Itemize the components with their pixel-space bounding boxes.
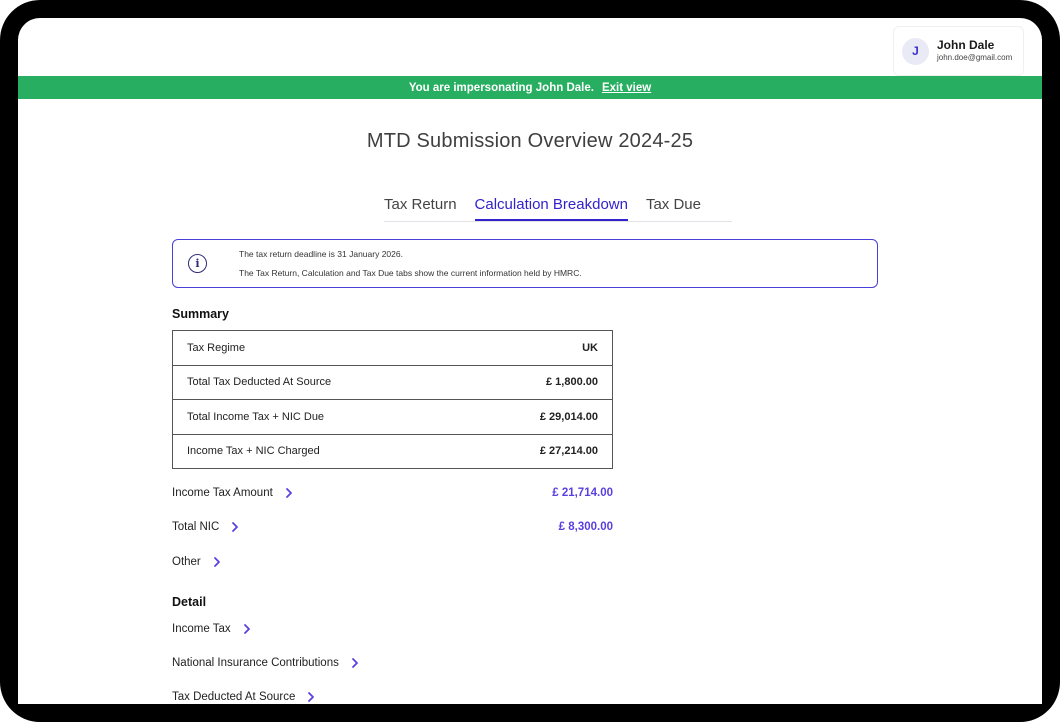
- row-label: Total Income Tax + NIC Due: [172, 399, 466, 434]
- link-label: Other: [172, 556, 201, 568]
- nic-detail-link[interactable]: National Insurance Contributions: [172, 654, 613, 672]
- tab-bar: Tax Return Calculation Breakdown Tax Due: [384, 196, 732, 222]
- chevron-right-icon: [285, 488, 292, 498]
- link-label: National Insurance Contributions: [172, 657, 339, 669]
- table-row: Income Tax + NIC Charged £ 27,214.00: [172, 433, 613, 469]
- exit-view-link[interactable]: Exit view: [602, 82, 651, 94]
- link-label: Tax Deducted At Source: [172, 691, 296, 703]
- income-tax-amount-link[interactable]: Income Tax Amount £ 21,714.00: [172, 484, 613, 502]
- user-menu[interactable]: J John Dale john.doe@gmail.com: [893, 26, 1024, 76]
- table-row: Total Tax Deducted At Source £ 1,800.00: [172, 364, 613, 400]
- row-label: Tax Regime: [187, 341, 246, 354]
- user-email: john.doe@gmail.com: [937, 53, 1013, 62]
- row-value: £ 1,800.00: [465, 364, 613, 400]
- chevron-right-icon: [351, 658, 358, 668]
- table-row: Total Income Tax + NIC Due £ 29,014.00: [172, 399, 613, 434]
- tax-deducted-detail-link[interactable]: Tax Deducted At Source: [172, 688, 613, 704]
- chevron-right-icon: [213, 557, 220, 567]
- avatar: J: [902, 37, 929, 65]
- chevron-right-icon: [243, 624, 250, 634]
- info-notice: i The tax return deadline is 31 January …: [172, 239, 878, 288]
- info-icon: i: [188, 254, 207, 273]
- tab-tax-return[interactable]: Tax Return: [384, 196, 457, 221]
- income-tax-detail-link[interactable]: Income Tax: [172, 620, 613, 638]
- banner-message: You are impersonating John Dale.: [408, 81, 594, 94]
- info-deadline-text: The tax return deadline is 31 January 20…: [239, 249, 403, 259]
- tab-calculation-breakdown[interactable]: Calculation Breakdown: [474, 196, 628, 221]
- total-nic-value: £ 8,300.00: [558, 521, 613, 533]
- row-label: Total Tax Deducted At Source: [172, 364, 466, 400]
- device-frame: J John Dale john.doe@gmail.com You are i…: [0, 0, 1060, 722]
- impersonation-banner: You are impersonating John Dale. Exit vi…: [18, 76, 1042, 99]
- row-label: Income Tax + NIC Charged: [172, 433, 466, 469]
- other-link[interactable]: Other: [172, 553, 613, 571]
- link-label: Income Tax Amount: [172, 487, 273, 499]
- summary-heading: Summary: [172, 307, 229, 321]
- summary-table: Tax Regime UK Total Tax Deducted At Sour…: [172, 330, 613, 469]
- row-value: UK: [582, 341, 598, 354]
- page-title: MTD Submission Overview 2024-25: [366, 130, 694, 152]
- user-info: John Dale john.doe@gmail.com: [937, 39, 1012, 63]
- chevron-right-icon: [308, 692, 315, 702]
- row-value: £ 29,014.00: [465, 399, 613, 434]
- info-hmrc-text: The Tax Return, Calculation and Tax Due …: [239, 268, 582, 278]
- detail-heading: Detail: [172, 595, 207, 609]
- chevron-right-icon: [232, 522, 239, 532]
- link-label: Total NIC: [172, 521, 220, 533]
- row-value: £ 27,214.00: [465, 433, 613, 469]
- user-name: John Dale: [937, 38, 995, 52]
- income-tax-amount-value: £ 21,714.00: [552, 487, 613, 499]
- tab-tax-due[interactable]: Tax Due: [646, 196, 701, 221]
- total-nic-link[interactable]: Total NIC £ 8,300.00: [172, 518, 613, 536]
- table-row: Tax Regime UK: [173, 331, 613, 366]
- link-label: Income Tax: [172, 623, 231, 635]
- app-screen: J John Dale john.doe@gmail.com You are i…: [18, 18, 1042, 704]
